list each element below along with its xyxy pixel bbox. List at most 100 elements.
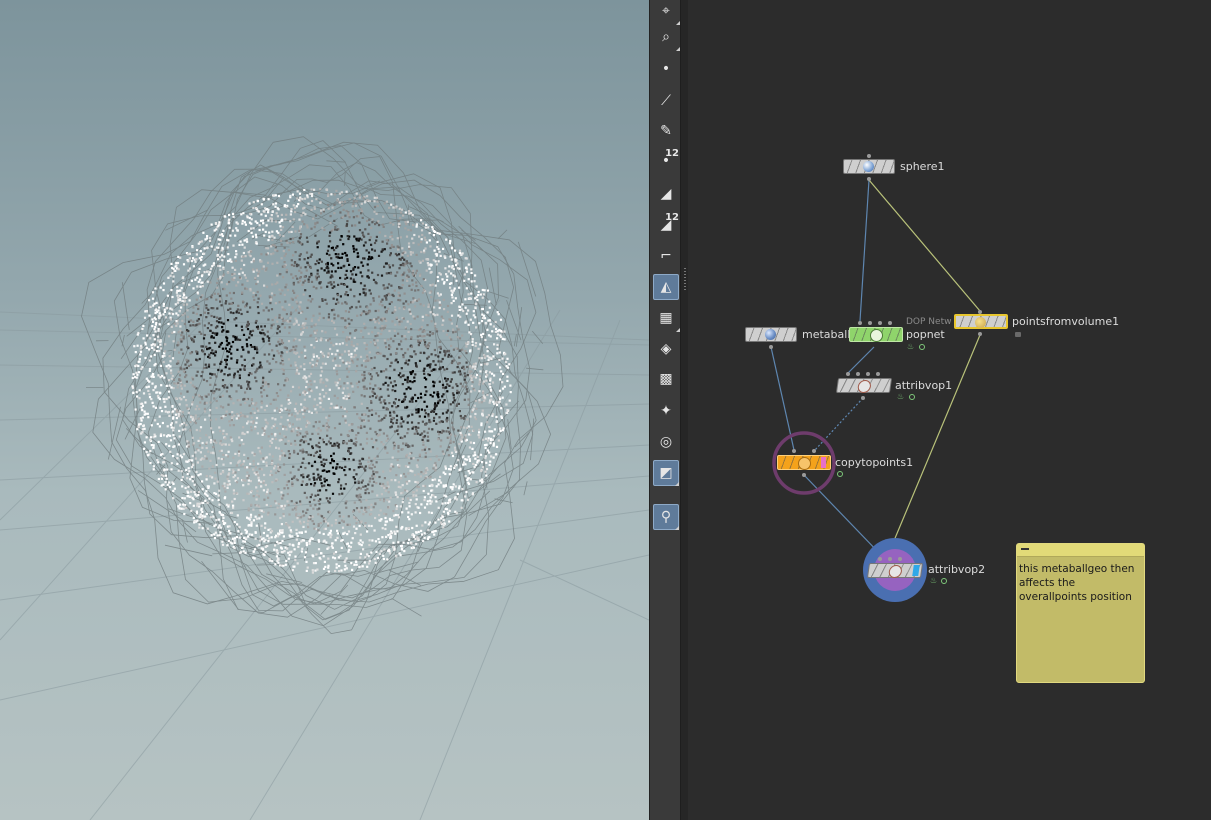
particle xyxy=(363,377,366,380)
particle xyxy=(254,276,257,280)
particle xyxy=(321,388,324,391)
particle xyxy=(319,188,322,191)
particle xyxy=(276,332,279,335)
particle xyxy=(219,531,222,534)
particle xyxy=(302,441,305,444)
particle xyxy=(316,403,319,407)
particle xyxy=(421,319,424,322)
particle xyxy=(434,461,437,465)
particle xyxy=(268,231,271,234)
particle xyxy=(420,396,423,399)
particle xyxy=(165,443,168,446)
particle xyxy=(271,210,274,213)
particle xyxy=(437,506,440,509)
particle xyxy=(312,285,315,288)
particle xyxy=(325,252,329,255)
particle xyxy=(401,247,404,250)
particle xyxy=(457,402,460,405)
particle xyxy=(313,460,317,463)
particle xyxy=(353,295,356,298)
particle xyxy=(346,259,349,262)
particle xyxy=(253,453,256,456)
particle xyxy=(252,519,255,522)
wireframe-edge xyxy=(167,350,173,352)
particle xyxy=(246,431,249,434)
particle xyxy=(408,308,411,311)
particle xyxy=(465,287,468,290)
particle xyxy=(467,481,470,484)
particle xyxy=(386,483,389,486)
particle xyxy=(361,264,365,267)
particle xyxy=(410,288,413,291)
particle xyxy=(404,378,407,381)
particle xyxy=(288,414,291,417)
particle xyxy=(449,239,452,243)
scene-viewport[interactable] xyxy=(0,0,649,820)
particle xyxy=(364,525,367,528)
particle xyxy=(421,330,424,333)
particle xyxy=(247,350,250,353)
particle xyxy=(225,330,228,333)
particle xyxy=(367,506,370,509)
particle xyxy=(293,503,296,506)
particle xyxy=(164,474,168,477)
particle xyxy=(339,295,342,298)
particle xyxy=(439,345,442,348)
particle xyxy=(474,274,477,277)
particle xyxy=(243,358,246,361)
particle xyxy=(450,314,454,317)
particle xyxy=(497,439,500,442)
particle xyxy=(396,254,399,257)
particle xyxy=(238,536,241,539)
particle xyxy=(296,277,299,280)
particle xyxy=(468,459,471,462)
particle xyxy=(248,336,251,339)
particle xyxy=(398,323,401,326)
particle xyxy=(470,268,473,271)
particle xyxy=(294,415,297,418)
particle xyxy=(347,370,350,373)
particle xyxy=(471,493,474,496)
particle xyxy=(300,214,303,217)
particle xyxy=(159,391,162,394)
particle xyxy=(380,493,383,496)
particle xyxy=(282,535,285,538)
particle xyxy=(179,503,182,506)
particle xyxy=(335,333,339,336)
particle xyxy=(351,568,354,571)
particle xyxy=(383,306,387,309)
particle xyxy=(348,353,351,356)
particle xyxy=(327,270,330,273)
particle xyxy=(404,220,407,224)
particle xyxy=(346,336,349,339)
particle xyxy=(429,271,432,274)
particle xyxy=(464,381,467,384)
particle xyxy=(291,298,294,301)
particle xyxy=(183,299,187,302)
particle xyxy=(408,480,411,483)
particle xyxy=(363,374,366,377)
particle xyxy=(413,305,417,308)
particle xyxy=(393,334,397,337)
particle xyxy=(169,360,172,363)
particle xyxy=(237,450,241,453)
particle xyxy=(489,377,492,380)
particle xyxy=(428,239,431,242)
particle xyxy=(367,258,370,261)
particle xyxy=(398,464,401,467)
particle xyxy=(260,391,263,394)
particle xyxy=(303,409,306,412)
particle xyxy=(473,404,476,407)
particle xyxy=(257,409,260,412)
particle xyxy=(423,499,426,502)
particle xyxy=(298,258,301,261)
particle xyxy=(366,306,369,309)
particle xyxy=(200,275,204,278)
particle xyxy=(374,475,377,478)
particle xyxy=(218,345,221,348)
particle xyxy=(204,418,207,421)
particle xyxy=(400,548,403,551)
particle xyxy=(407,414,410,417)
particle xyxy=(383,202,386,205)
particle xyxy=(295,505,298,508)
